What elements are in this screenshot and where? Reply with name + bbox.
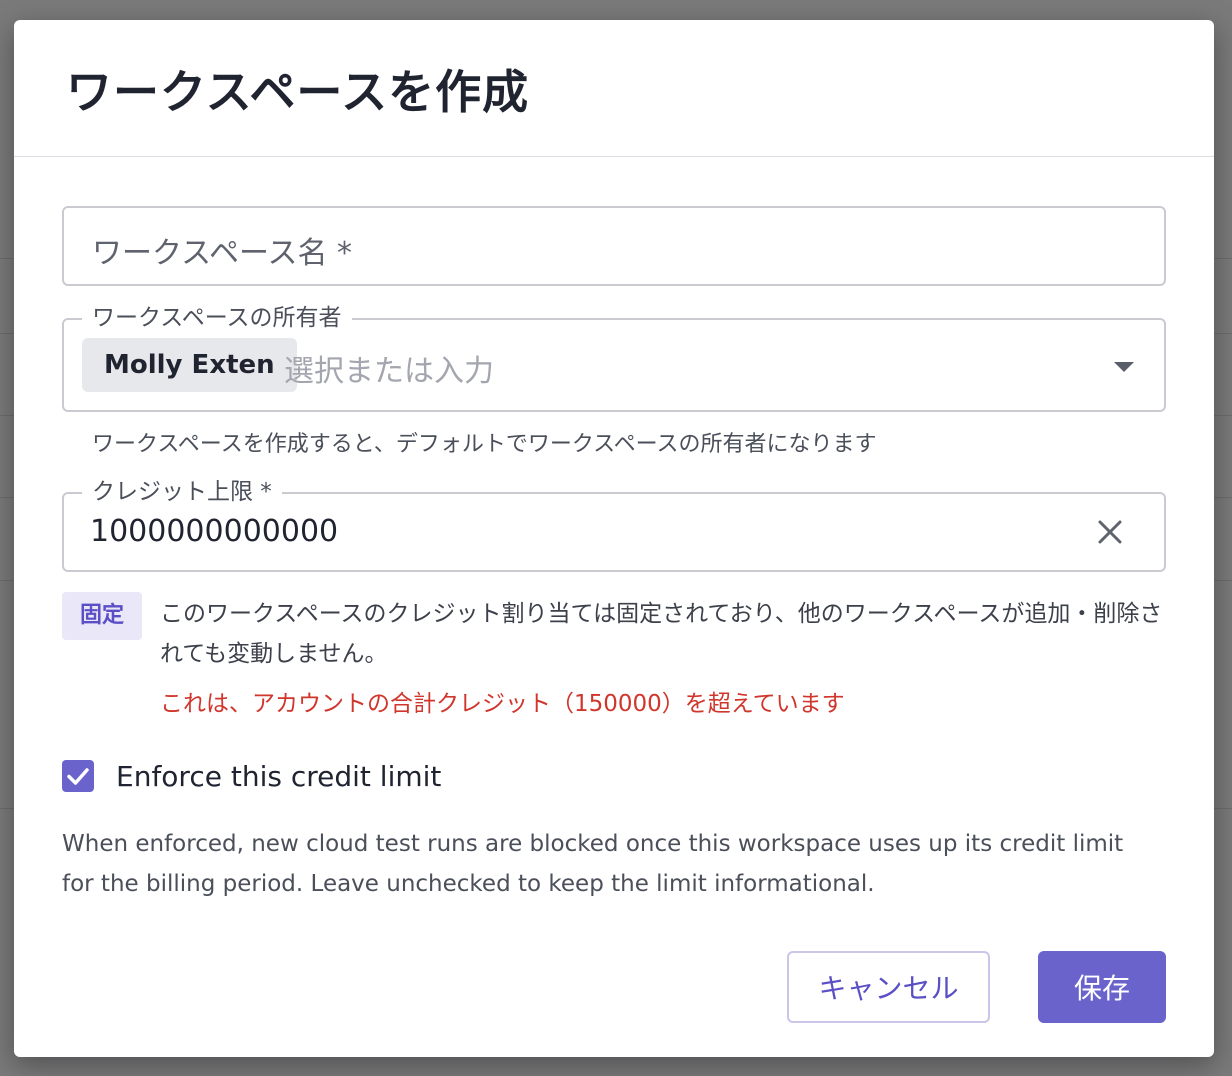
owner-label: ワークスペースの所有者 xyxy=(82,304,352,332)
dialog-header: ワークスペースを作成 xyxy=(14,20,1214,157)
credit-limit-value: 1000000000000 xyxy=(90,514,339,549)
enforce-checkbox[interactable] xyxy=(62,760,94,792)
create-workspace-dialog: ワークスペースを作成 ワークスペース名 * ワークスペースの所有者 Molly … xyxy=(14,20,1214,1057)
owner-chip[interactable]: Molly Exten xyxy=(82,338,297,392)
save-button[interactable]: 保存 xyxy=(1038,951,1166,1023)
fixed-description: このワークスペースのクレジット割り当ては固定されており、他のワークスペースが追加… xyxy=(160,601,1163,667)
workspace-name-placeholder: ワークスペース名 * xyxy=(92,236,353,271)
workspace-name-input[interactable]: ワークスペース名 * xyxy=(62,206,1166,286)
credit-limit-label: クレジット上限 * xyxy=(82,478,282,506)
fixed-badge: 固定 xyxy=(62,592,142,640)
credit-limit-input[interactable]: クレジット上限 * 1000000000000 xyxy=(62,478,1166,572)
chevron-down-icon[interactable] xyxy=(1114,362,1134,372)
enforce-description: When enforced, new cloud test runs are b… xyxy=(62,831,1124,897)
enforce-label[interactable]: Enforce this credit limit xyxy=(116,760,441,793)
check-icon xyxy=(67,768,89,785)
credit-error-message: これは、アカウントの合計クレジット（150000）を超えています xyxy=(160,691,845,717)
cancel-button[interactable]: キャンセル xyxy=(787,951,990,1023)
dialog-title: ワークスペースを作成 xyxy=(66,65,530,119)
close-icon[interactable] xyxy=(1096,518,1124,546)
owner-placeholder: 選択または入力 xyxy=(284,354,494,389)
owner-select[interactable]: ワークスペースの所有者 Molly Exten 選択または入力 xyxy=(62,304,1166,412)
owner-helper-text: ワークスペースを作成すると、デフォルトでワークスペースの所有者になります xyxy=(92,432,877,457)
